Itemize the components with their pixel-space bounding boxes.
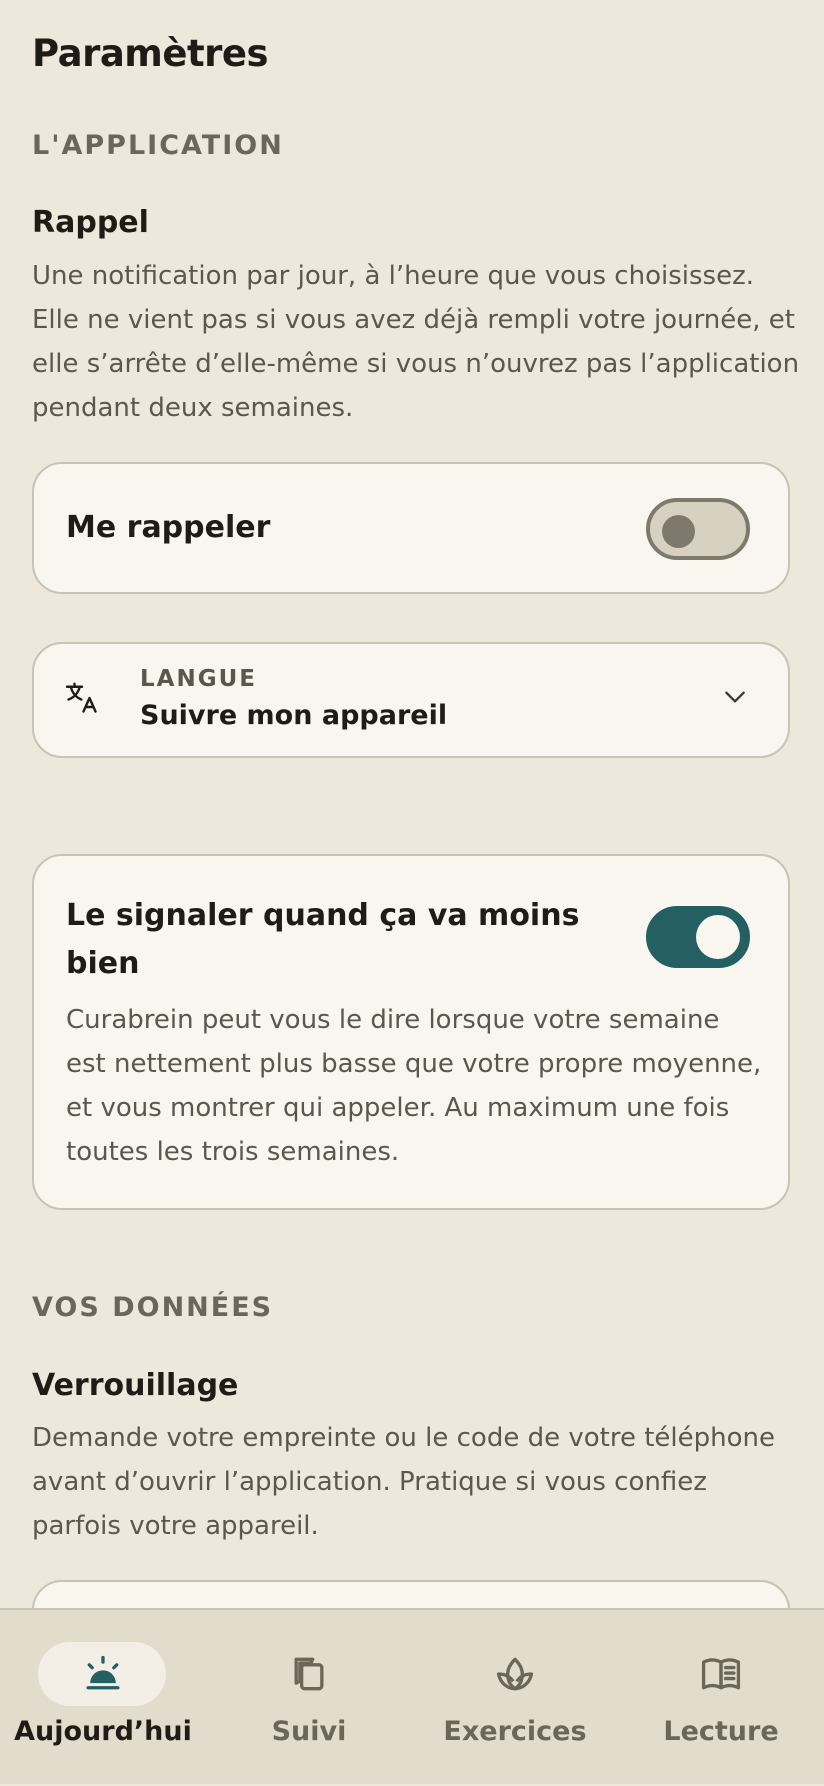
bottom-navigation: Aujourd’hui Suivi Exercices Lecture: [0, 1608, 824, 1784]
lock-heading: Verrouillage: [32, 1368, 239, 1403]
sunrise-icon: [86, 1655, 120, 1690]
page-title: Paramètres: [32, 32, 269, 75]
reminder-description: Une notification par jour, à l’heure que…: [32, 261, 800, 423]
reminder-toggle[interactable]: [646, 498, 750, 560]
nav-item-exercises[interactable]: Exercices: [412, 1610, 618, 1786]
translate-icon: [65, 682, 97, 713]
language-label: LANGUE: [140, 666, 257, 692]
settings-page: Paramètres L'APPLICATION Rappel Une noti…: [0, 0, 824, 1784]
lotus-icon: [496, 1657, 534, 1691]
chevron-down-icon: [725, 691, 745, 703]
book-icon: [701, 1658, 741, 1690]
low-mood-alert-card: Le signaler quand ça va moins bien Curab…: [32, 854, 790, 1210]
reminder-toggle-card[interactable]: Me rappeler: [32, 462, 790, 594]
cards-icon: [294, 1657, 324, 1691]
reminder-heading: Rappel: [32, 205, 149, 240]
low-mood-alert-toggle[interactable]: [646, 906, 750, 968]
toggle-knob: [662, 515, 695, 548]
lock-description: Demande votre empreinte ou le code de vo…: [32, 1423, 775, 1541]
nav-label: Lecture: [663, 1716, 779, 1747]
section-label-app: L'APPLICATION: [32, 130, 284, 161]
reminder-toggle-label: Me rappeler: [66, 510, 271, 545]
nav-label: Aujourd’hui: [14, 1716, 192, 1747]
nav-item-reading[interactable]: Lecture: [618, 1610, 824, 1786]
toggle-knob: [696, 915, 740, 959]
nav-label: Suivi: [271, 1716, 347, 1747]
low-mood-alert-description: Curabrein peut vous le dire lorsque votr…: [66, 1005, 762, 1167]
nav-item-today[interactable]: Aujourd’hui: [0, 1610, 206, 1786]
language-select[interactable]: LANGUE Suivre mon appareil: [32, 642, 790, 758]
nav-label: Exercices: [443, 1716, 587, 1747]
section-label-data: VOS DONNÉES: [32, 1292, 274, 1323]
nav-item-tracking[interactable]: Suivi: [206, 1610, 412, 1786]
language-value: Suivre mon appareil: [140, 700, 448, 731]
low-mood-alert-title: Le signaler quand ça va moins bien: [66, 898, 580, 981]
